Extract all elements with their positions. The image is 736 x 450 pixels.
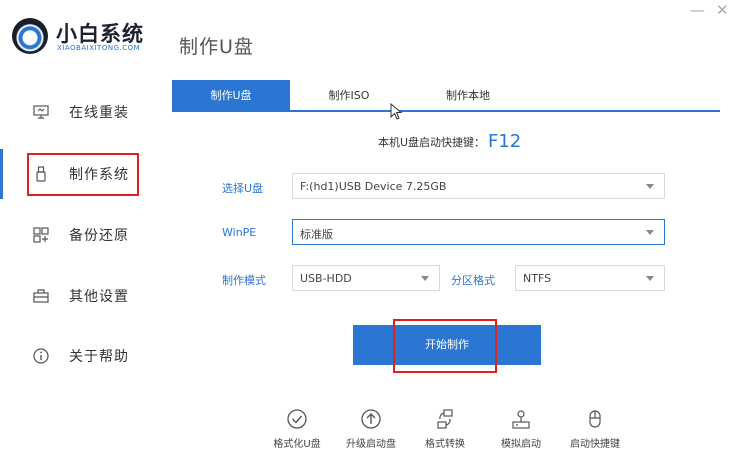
usb-select[interactable]: F:(hd1)USB Device 7.25GB — [292, 173, 665, 199]
tool-format-convert[interactable]: 格式转换 — [405, 408, 485, 450]
sidebar-item-label: 其他设置 — [69, 289, 129, 305]
convert-icon — [437, 409, 453, 429]
close-button[interactable]: ✕ — [716, 2, 729, 18]
brand-subtitle: XIAOBAIXITONG.COM — [57, 44, 141, 52]
partition-select-value: NTFS — [523, 272, 552, 285]
mode-select[interactable]: USB-HDD — [292, 265, 440, 291]
usb-select-value: F:(hd1)USB Device 7.25GB — [300, 180, 447, 193]
page-title: 制作U盘 — [179, 36, 254, 58]
highlight-box-sidebar — [27, 153, 139, 196]
chevron-down-icon — [421, 276, 429, 281]
sidebar-item-label: 在线重装 — [69, 105, 129, 121]
mode-select-value: USB-HDD — [300, 272, 352, 285]
winpe-select[interactable]: 标准版 — [292, 219, 665, 245]
winpe-select-value: 标准版 — [300, 228, 333, 241]
info-icon — [33, 348, 49, 364]
sidebar-item-about-help[interactable]: 关于帮助 — [0, 332, 170, 380]
tool-simulate-boot[interactable]: 模拟启动 — [481, 408, 561, 450]
partition-select[interactable]: NTFS — [515, 265, 665, 291]
usb-select-label: 选择U盘 — [222, 182, 264, 195]
tool-label: 格式转换 — [425, 439, 465, 450]
mouse-icon — [589, 410, 601, 428]
sidebar-item-label: 备份还原 — [69, 228, 129, 244]
sidebar-item-label: 关于帮助 — [69, 349, 129, 365]
minimize-button[interactable]: — — [690, 2, 705, 18]
chevron-down-icon — [646, 230, 654, 235]
logo-icon — [12, 18, 48, 54]
winpe-label: WinPE — [222, 226, 257, 239]
tab-bar: 制作U盘 制作ISO 制作本地 — [172, 80, 720, 112]
check-circle-icon — [287, 409, 307, 429]
chevron-down-icon — [646, 184, 654, 189]
tool-format-usb[interactable]: 格式化U盘 — [257, 408, 337, 450]
partition-label: 分区格式 — [451, 274, 495, 287]
grid-icon — [33, 227, 49, 243]
upload-circle-icon — [361, 409, 381, 429]
hotkey-label: 本机U盘启动快捷键： — [378, 136, 486, 149]
sidebar-item-online-reinstall[interactable]: 在线重装 — [0, 88, 170, 136]
mouse-cursor-icon — [390, 103, 403, 120]
hotkey-value: F12 — [488, 131, 522, 152]
app-logo: 小白系统 XIAOBAIXITONG.COM — [12, 14, 162, 58]
tool-label: 启动快捷键 — [570, 439, 620, 450]
tool-upgrade-boot-disk[interactable]: 升级启动盘 — [331, 408, 411, 450]
tool-label: 格式化U盘 — [273, 439, 321, 450]
monitor-icon — [33, 105, 49, 119]
mode-label: 制作模式 — [222, 274, 266, 287]
chevron-down-icon — [646, 276, 654, 281]
briefcase-icon — [33, 289, 49, 303]
simulate-icon — [512, 410, 530, 429]
tab-make-local[interactable]: 制作本地 — [408, 80, 528, 112]
highlight-box-start — [393, 319, 497, 373]
sidebar-item-other-settings[interactable]: 其他设置 — [0, 272, 170, 320]
sidebar-item-backup-restore[interactable]: 备份还原 — [0, 211, 170, 259]
tool-label: 模拟启动 — [501, 439, 541, 450]
tab-make-usb[interactable]: 制作U盘 — [172, 80, 290, 112]
tool-boot-hotkey[interactable]: 启动快捷键 — [555, 408, 635, 450]
tool-label: 升级启动盘 — [346, 439, 396, 450]
